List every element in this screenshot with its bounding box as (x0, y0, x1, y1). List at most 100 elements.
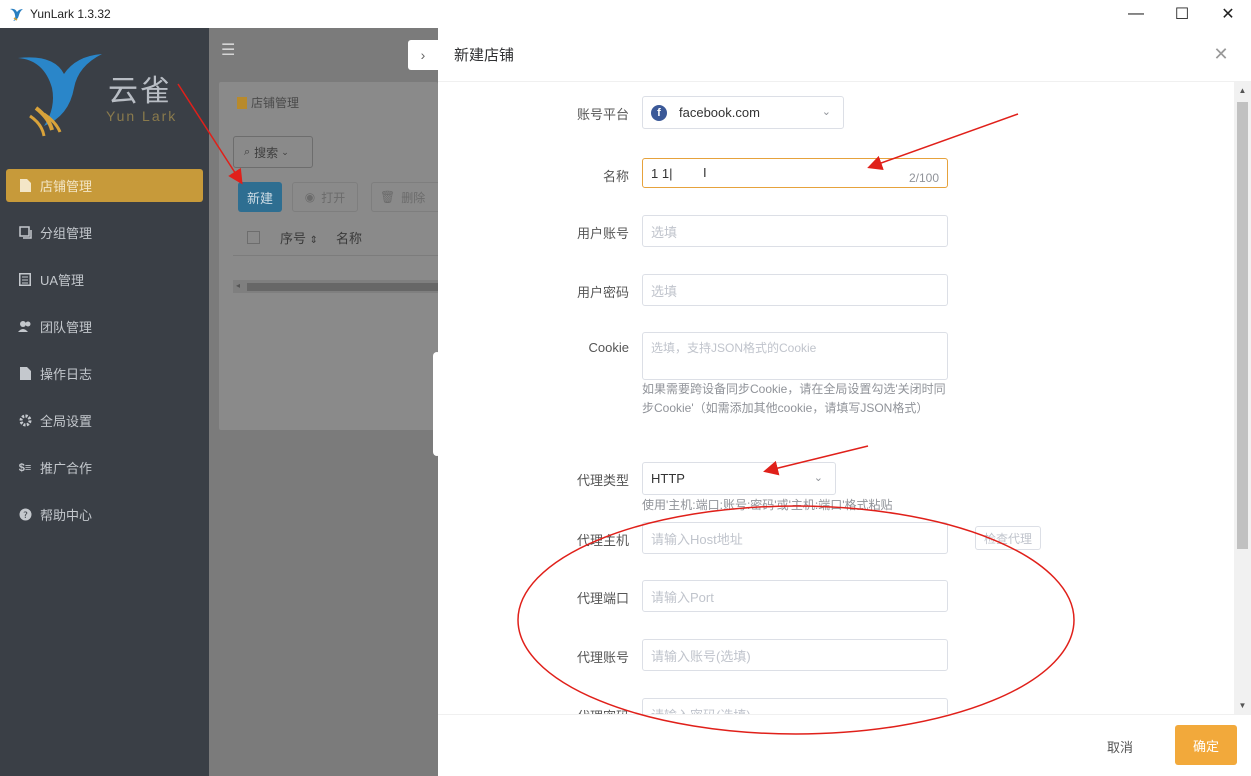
play-icon: ◉ (304, 190, 316, 204)
sidebar-item-label: UA管理 (40, 273, 85, 288)
confirm-button[interactable]: 确定 (1175, 725, 1237, 765)
app-logo: 云雀 Yun Lark (14, 48, 194, 158)
svg-text:?: ? (23, 511, 28, 521)
expand-panel-button[interactable]: › (408, 40, 438, 70)
trash-icon: 🗑 (380, 190, 396, 204)
proxy-port-input[interactable]: 请输入Port (642, 580, 948, 612)
new-shop-button[interactable]: 新建 (238, 182, 282, 212)
proxy-account-input[interactable]: 请输入账号(选填) (642, 639, 948, 671)
group-icon (18, 226, 32, 240)
sidebar-item-promotion[interactable]: $≡ 推广合作 (0, 444, 209, 491)
proxy-password-input[interactable]: 请输入密码(选填) (642, 698, 948, 714)
window-titlebar: YunLark 1.3.32 — ☐ ✕ (0, 0, 1251, 28)
gear-icon (18, 414, 32, 428)
sidebar-item-ua-management[interactable]: UA管理 (0, 256, 209, 303)
search-icon: ⌕ (244, 145, 251, 158)
platform-select[interactable]: f facebook.com ⌄ (642, 96, 844, 129)
sidebar-item-help-center[interactable]: ? 帮助中心 (0, 491, 209, 538)
proxy-type-select[interactable]: HTTP ⌄ (642, 462, 836, 495)
select-all-checkbox[interactable] (247, 231, 260, 244)
scrollbar-thumb[interactable] (247, 283, 438, 291)
promo-icon: $≡ (18, 461, 32, 474)
logo-text-en: Yun Lark (106, 108, 178, 124)
name-input[interactable]: 1 1 | I 2/100 (642, 158, 948, 188)
facebook-icon: f (651, 104, 667, 121)
breadcrumb: 店铺管理 (237, 94, 299, 111)
document-icon (237, 96, 247, 109)
sidebar-item-group-management[interactable]: 分组管理 (0, 209, 209, 256)
text-cursor-icon: I (703, 165, 707, 180)
new-shop-drawer: 新建店铺 ✕ 账号平台 f facebook.com ⌄ 名称 1 1 | I 2… (438, 28, 1251, 776)
minimize-button[interactable]: — (1113, 0, 1159, 28)
chevron-down-icon: ⌄ (813, 472, 823, 484)
drawer-resize-handle[interactable] (433, 352, 441, 456)
sidebar-item-operation-log[interactable]: 操作日志 (0, 350, 209, 397)
sidebar-item-global-settings[interactable]: 全局设置 (0, 397, 209, 444)
drawer-title: 新建店铺 (454, 47, 515, 64)
sort-icon: ⇕ (309, 235, 319, 246)
proxy-type-label: 代理类型 (576, 473, 629, 488)
list-icon (18, 273, 32, 287)
proxy-host-label: 代理主机 (576, 533, 629, 548)
sidebar-nav: 店铺管理 分组管理 UA管理 团队管理 操作日志 全局设置 $≡ 推广合作 ? … (0, 162, 209, 538)
chevron-down-icon: ⌄ (281, 146, 289, 157)
sidebar-item-label: 操作日志 (40, 367, 93, 382)
cookie-label: Cookie (588, 340, 629, 355)
column-index[interactable]: 序号 ⇕ (280, 228, 318, 247)
sidebar-item-shop-management[interactable]: 店铺管理 (6, 169, 203, 202)
name-char-counter: 2/100 (908, 171, 939, 185)
horizontal-scrollbar[interactable]: ◂ (233, 280, 438, 293)
table-header: 序号 ⇕ 名称 (233, 220, 438, 256)
platform-label: 账号平台 (576, 107, 629, 122)
sidebar-item-label: 全局设置 (40, 414, 93, 429)
app-logo-icon (10, 8, 23, 21)
drawer-footer: 取消 确定 (438, 714, 1251, 776)
user-account-label: 用户账号 (576, 226, 629, 241)
scrollbar-thumb[interactable] (1237, 102, 1248, 549)
sidebar-item-label: 推广合作 (40, 461, 93, 476)
main-content: ☰ 店铺管理 ⌕ 搜索 ⌄ 新建 ◉ 打开 🗑 删除 序号 ⇕ 名称 ◂ (209, 28, 438, 776)
sidebar-item-label: 团队管理 (40, 320, 93, 335)
sidebar-item-team-management[interactable]: 团队管理 (0, 303, 209, 350)
check-proxy-button[interactable]: 检查代理 (975, 526, 1041, 550)
drawer-form: 账号平台 f facebook.com ⌄ 名称 1 1 | I 2/100 用户… (438, 82, 1234, 714)
column-name: 名称 (336, 231, 363, 246)
sidebar: 云雀 Yun Lark 店铺管理 分组管理 UA管理 团队管理 操作日志 全局设… (0, 28, 209, 776)
proxy-port-label: 代理端口 (576, 591, 629, 606)
user-password-input[interactable]: 选填 (642, 274, 948, 306)
sidebar-item-label: 帮助中心 (40, 508, 93, 523)
team-icon (18, 320, 32, 334)
cancel-button[interactable]: 取消 (1095, 729, 1145, 763)
user-password-label: 用户密码 (576, 285, 629, 300)
proxy-account-label: 代理账号 (576, 650, 629, 665)
scroll-up-icon[interactable]: ▲ (1234, 82, 1251, 99)
logo-text-cn: 云雀 (108, 75, 172, 108)
sidebar-item-label: 分组管理 (40, 226, 93, 241)
scroll-down-icon[interactable]: ▼ (1234, 697, 1251, 714)
vertical-scrollbar[interactable]: ▲ ▼ (1234, 82, 1251, 714)
close-icon[interactable]: ✕ (1211, 44, 1231, 64)
user-account-input[interactable]: 选填 (642, 215, 948, 247)
proxy-type-hint: 使用'主机:端口:账号:密码'或'主机:端口'格式粘贴 (642, 498, 893, 512)
name-label: 名称 (602, 169, 629, 184)
proxy-password-label: 代理密码 (577, 706, 629, 714)
document-icon (18, 179, 32, 193)
window-title: YunLark 1.3.32 (30, 7, 111, 21)
cookie-textarea[interactable]: 选填，支持JSON格式的Cookie (642, 332, 948, 380)
chevron-right-icon: › (420, 47, 426, 63)
proxy-host-input[interactable]: 请输入Host地址 (642, 522, 948, 554)
sidebar-item-label: 店铺管理 (40, 179, 93, 194)
search-toggle-button[interactable]: ⌕ 搜索 ⌄ (233, 136, 313, 168)
shop-list-card: 店铺管理 ⌕ 搜索 ⌄ 新建 ◉ 打开 🗑 删除 序号 ⇕ 名称 ◂ (219, 82, 438, 430)
log-icon (18, 367, 32, 381)
delete-button[interactable]: 🗑 删除 (371, 182, 438, 212)
maximize-button[interactable]: ☐ (1159, 0, 1205, 28)
cookie-hint: 如果需要跨设备同步Cookie，请在全局设置勾选'关闭时同步Cookie'（如需… (642, 382, 946, 415)
close-window-button[interactable]: ✕ (1205, 0, 1251, 28)
help-icon: ? (18, 508, 32, 522)
collapse-menu-icon[interactable]: ☰ (221, 40, 235, 60)
scroll-left-icon[interactable]: ◂ (236, 281, 240, 290)
lark-bird-icon (18, 54, 102, 137)
open-button[interactable]: ◉ 打开 (292, 182, 358, 212)
chevron-down-icon: ⌄ (821, 106, 831, 118)
